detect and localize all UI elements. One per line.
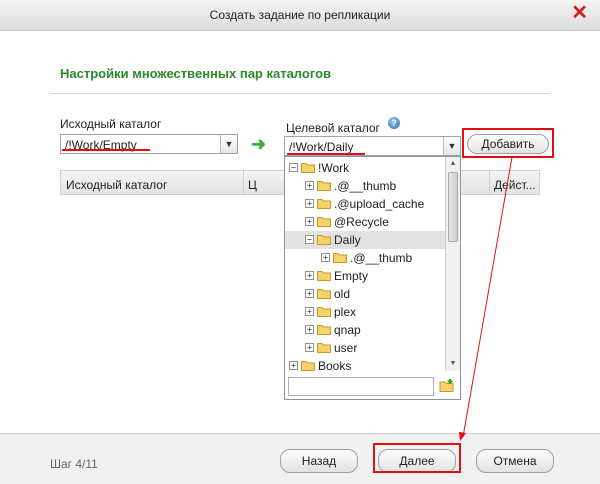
- folder-icon: [317, 199, 331, 209]
- back-button[interactable]: Назад: [280, 449, 358, 473]
- help-icon[interactable]: ?: [388, 117, 400, 129]
- tree-item-label: plex: [334, 305, 357, 319]
- tree-item[interactable]: + Empty: [285, 267, 445, 285]
- title-bar: Создать задание по репликации ✕: [0, 0, 600, 31]
- folder-icon: [317, 217, 331, 227]
- tree-item[interactable]: + @Recycle: [285, 213, 445, 231]
- chevron-down-icon[interactable]: ▼: [220, 135, 237, 153]
- scroll-up-icon[interactable]: ▲: [446, 157, 460, 171]
- tree-item[interactable]: + qnap: [285, 321, 445, 339]
- tree-item[interactable]: − !Work: [285, 159, 445, 177]
- column-actions[interactable]: Дейст...: [494, 178, 536, 192]
- tree-item-label: .@__thumb: [334, 179, 397, 193]
- folder-icon: [301, 361, 315, 371]
- target-folder-label: Целевой каталог: [286, 121, 380, 135]
- tree-item-label: @Recycle: [334, 215, 389, 229]
- folder-icon: [317, 289, 331, 299]
- expand-icon[interactable]: +: [305, 343, 314, 352]
- close-icon[interactable]: ✕: [571, 2, 588, 24]
- column-separator: [243, 171, 244, 194]
- folder-icon: [317, 325, 331, 335]
- step-indicator: Шаг 4/11: [50, 457, 98, 471]
- tree-item[interactable]: + .@__thumb: [285, 249, 445, 267]
- expand-icon[interactable]: +: [305, 271, 314, 280]
- tree-item[interactable]: + Books: [285, 357, 445, 371]
- expand-icon[interactable]: +: [289, 361, 298, 370]
- chevron-down-icon[interactable]: ▼: [443, 137, 460, 155]
- folder-open-icon: [317, 235, 331, 245]
- tree-item-label: .@__thumb: [350, 251, 413, 265]
- dialog-title: Создать задание по репликации: [209, 8, 391, 22]
- tree-item[interactable]: + .@upload_cache: [285, 195, 445, 213]
- column-target[interactable]: Ц: [248, 178, 257, 192]
- folder-icon: [333, 253, 347, 263]
- expand-icon[interactable]: +: [305, 217, 314, 226]
- new-folder-icon[interactable]: [439, 378, 455, 394]
- expand-icon[interactable]: +: [305, 307, 314, 316]
- expand-icon[interactable]: +: [321, 253, 330, 262]
- collapse-icon[interactable]: −: [289, 163, 298, 172]
- annotation-box: [373, 443, 461, 473]
- source-folder-combo[interactable]: /!Work/Empty ▼: [60, 134, 238, 154]
- expand-icon[interactable]: +: [305, 289, 314, 298]
- scrollbar-thumb[interactable]: [448, 172, 458, 242]
- folder-tree[interactable]: − !Work + .@__thumb + .@upload_cache + @…: [285, 157, 445, 371]
- source-folder-label: Исходный каталог: [60, 117, 162, 131]
- tree-scrollbar[interactable]: ▲ ▼: [445, 157, 460, 371]
- dialog-footer: Шаг 4/11 Назад Далее Отмена: [0, 433, 600, 484]
- tree-item-label: Books: [318, 359, 352, 371]
- column-source[interactable]: Исходный каталог: [66, 178, 167, 192]
- section-title: Настройки множественных пар каталогов: [60, 66, 332, 81]
- tree-item-label: user: [334, 341, 358, 355]
- tree-item-label: .@upload_cache: [334, 197, 425, 211]
- expand-icon[interactable]: +: [305, 199, 314, 208]
- tree-item[interactable]: + plex: [285, 303, 445, 321]
- tree-item-label: !Work: [318, 161, 350, 175]
- expand-icon[interactable]: +: [305, 181, 314, 190]
- annotation-underline: [62, 149, 150, 151]
- folder-icon: [317, 307, 331, 317]
- target-folder-value: /!Work/Daily: [289, 140, 354, 154]
- scroll-down-icon[interactable]: ▼: [446, 357, 460, 371]
- tree-item[interactable]: + .@__thumb: [285, 177, 445, 195]
- folder-icon: [317, 343, 331, 353]
- annotation-box: [462, 128, 554, 158]
- folder-icon: [317, 271, 331, 281]
- expand-icon[interactable]: +: [305, 325, 314, 334]
- tree-item-selected[interactable]: − Daily: [285, 231, 445, 249]
- tree-item-label: old: [334, 287, 351, 301]
- folder-icon: [317, 181, 331, 191]
- section-divider: [50, 93, 550, 94]
- column-separator: [489, 171, 490, 194]
- tree-item-label: Empty: [334, 269, 369, 283]
- annotation-underline: [287, 153, 365, 155]
- tree-item[interactable]: + old: [285, 285, 445, 303]
- folder-tree-dropdown[interactable]: − !Work + .@__thumb + .@upload_cache + @…: [284, 156, 461, 400]
- folder-icon: [301, 163, 315, 173]
- tree-item[interactable]: + user: [285, 339, 445, 357]
- tree-item-label: Daily: [334, 233, 361, 247]
- arrow-right-icon: ➜: [251, 134, 267, 154]
- cancel-button[interactable]: Отмена: [476, 449, 554, 473]
- new-folder-input[interactable]: [288, 377, 434, 396]
- collapse-icon[interactable]: −: [305, 235, 314, 244]
- tree-item-label: qnap: [334, 323, 361, 337]
